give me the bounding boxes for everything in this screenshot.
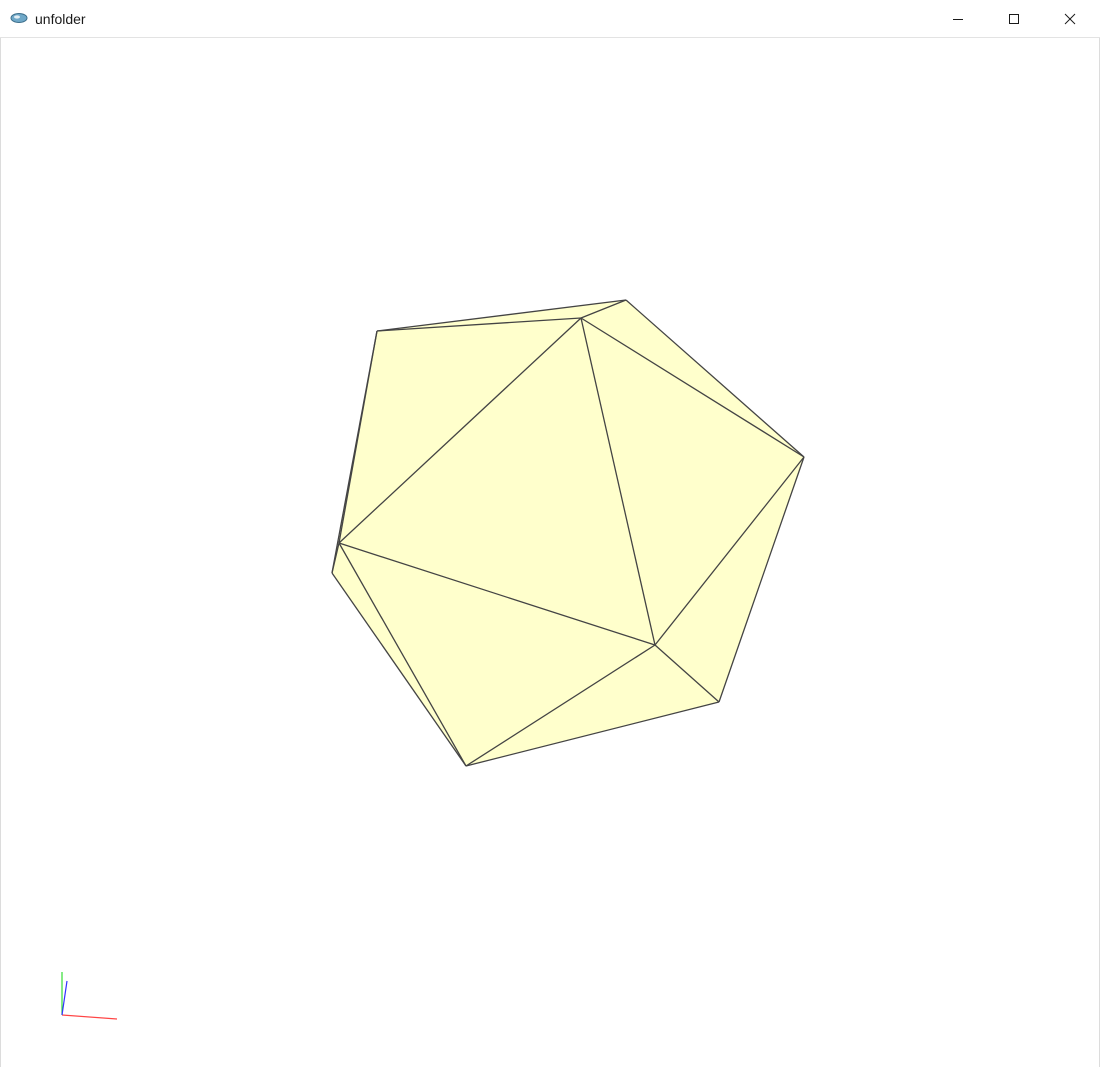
z-axis-line	[61, 980, 68, 1016]
title-bar[interactable]: unfolder	[0, 0, 1100, 38]
maximize-icon	[1009, 13, 1019, 24]
axes-gizmo	[61, 972, 118, 1020]
mesh-faces	[331, 299, 805, 767]
app-icon	[10, 13, 28, 23]
maximize-button[interactable]	[986, 0, 1042, 37]
window-title: unfolder	[35, 11, 86, 27]
close-button[interactable]	[1042, 0, 1098, 37]
minimize-icon	[953, 18, 963, 20]
icosahedron-mesh[interactable]	[1, 38, 1100, 1067]
x-axis-line	[61, 1014, 118, 1020]
3d-viewport[interactable]	[0, 38, 1100, 1067]
app-window: unfolder	[0, 0, 1100, 1067]
minimize-button[interactable]	[930, 0, 986, 37]
close-icon	[1064, 13, 1076, 24]
